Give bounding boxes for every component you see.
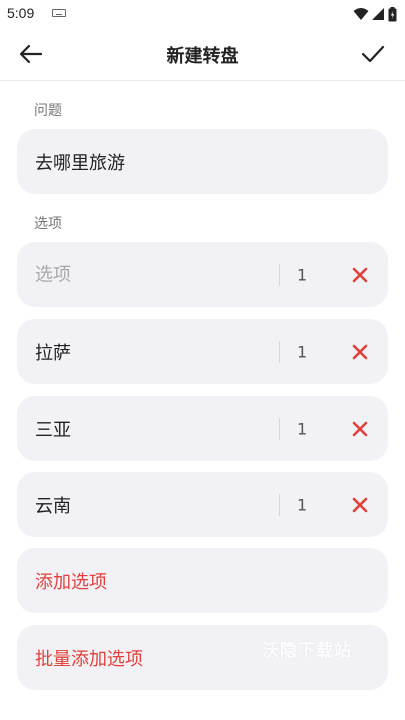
option-weight[interactable]: 1: [297, 495, 337, 514]
weight-divider: [279, 494, 280, 516]
option-label[interactable]: 拉萨: [35, 339, 71, 365]
delete-option-button[interactable]: [346, 415, 374, 443]
new-option-row: 1: [17, 242, 388, 307]
close-icon: [352, 344, 368, 359]
signal-icon: [372, 8, 384, 20]
option-label[interactable]: 云南: [35, 492, 71, 518]
status-time: 5:09: [7, 5, 35, 21]
keyboard-icon: [52, 9, 66, 17]
option-row: 三亚 1: [17, 396, 388, 461]
option-row: 拉萨 1: [17, 319, 388, 384]
add-option-label: 添加选项: [35, 571, 107, 593]
delete-option-button[interactable]: [346, 261, 374, 289]
delete-option-button[interactable]: [346, 338, 374, 366]
add-option-button[interactable]: 添加选项: [17, 548, 388, 613]
option-weight[interactable]: 1: [297, 419, 337, 438]
option-weight[interactable]: 1: [297, 265, 337, 284]
batch-add-label: 批量添加选项: [35, 648, 143, 670]
question-field[interactable]: 去哪里旅游: [17, 129, 388, 194]
weight-divider: [279, 418, 280, 440]
close-icon: [352, 497, 368, 512]
close-icon: [352, 421, 368, 436]
app-bar-divider: [0, 80, 405, 81]
watermark: 沃隐下载站: [262, 641, 352, 661]
option-label[interactable]: 三亚: [35, 416, 71, 442]
question-label: 问题: [34, 103, 62, 119]
page-title: 新建转盘: [166, 46, 239, 67]
delete-option-button[interactable]: [346, 491, 374, 519]
status-bar: 5:09: [0, 0, 405, 28]
status-icons: [353, 6, 397, 22]
option-input[interactable]: [35, 264, 275, 285]
close-icon: [352, 267, 368, 282]
battery-icon: [388, 6, 397, 21]
weight-divider: [279, 264, 280, 286]
option-row: 云南 1: [17, 472, 388, 537]
options-label: 选项: [34, 216, 62, 232]
weight-divider: [279, 341, 280, 363]
option-weight[interactable]: 1: [297, 342, 337, 361]
app-bar: 新建转盘: [0, 28, 405, 80]
checkmark-icon: [361, 45, 385, 63]
confirm-button[interactable]: [357, 39, 389, 69]
question-value[interactable]: 去哪里旅游: [35, 149, 125, 175]
wifi-icon: [353, 8, 369, 20]
